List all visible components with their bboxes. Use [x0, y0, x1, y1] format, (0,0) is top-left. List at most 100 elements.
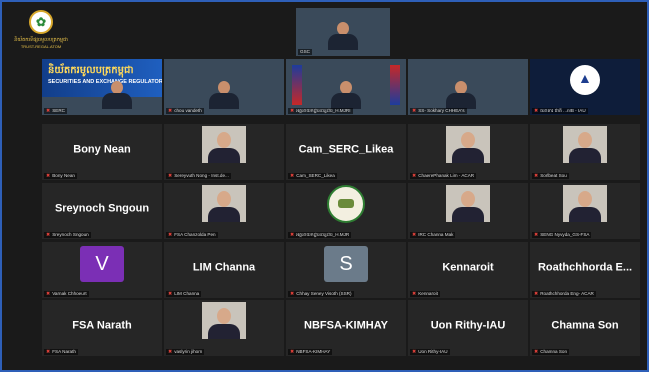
meeting-window: ✿ និយ័តករទីផ្សារមូលបត្រកម្ពុជា TRUST-REG… — [0, 0, 649, 372]
mic-muted-icon: ✖ — [46, 291, 51, 297]
participant-tile[interactable]: LIM Channa ✖ LIM Channa — [164, 242, 284, 298]
profile-photo — [202, 126, 246, 163]
participant-tile[interactable]: NBFSA-KIMHAY ✖ NBFSA-KIMHAY — [286, 300, 406, 356]
mic-muted-icon: ✖ — [412, 173, 417, 179]
tile-name-tag: ✖ IRC Channa Mak — [410, 232, 456, 238]
participant-tile[interactable]: Kennaroit ✖ Kennaroit — [408, 242, 528, 298]
participant-tile[interactable]: Uon Rithy-IAU ✖ Uon Rithy-IAU — [408, 300, 528, 356]
participant-label: Sereyvuth Nong - Inst.de... — [174, 173, 229, 178]
tile-name-tag: ✖ chou vandeth — [166, 108, 204, 114]
participant-display-name: FSA Narath — [72, 319, 132, 332]
tile-name-tag: ✖ FSA Chanzolda Pen — [166, 232, 218, 238]
mic-muted-icon: ✖ — [46, 108, 51, 114]
flag-left — [292, 65, 302, 105]
tile-name-tag: ✖ អគ្គនាយកដ្ឋានពន្ធដារ_H.MJR — [288, 232, 352, 238]
participant-tile[interactable]: Chamna Son ✖ Chamna Son — [530, 300, 640, 356]
mic-muted-icon: ✖ — [534, 108, 539, 114]
mic-muted-icon: ✖ — [168, 108, 173, 114]
participant-tile[interactable]: ✖ Sereyvuth Nong - Inst.de... — [164, 124, 284, 180]
participant-display-name: Roathchhorda E... — [537, 261, 633, 274]
mic-muted-icon: ✖ — [534, 232, 539, 238]
participant-label: Sorlbeat Sou — [540, 173, 567, 178]
mic-muted-icon: ✖ — [412, 232, 417, 238]
video-tile-tax-department[interactable]: ✖ អគ្គនាយកដ្ឋានពន្ធដារ_H.MJRI — [286, 59, 406, 115]
mic-muted-icon: ✖ — [412, 291, 417, 297]
participant-display-name: NBFSA-KIMHAY — [304, 319, 388, 332]
video-tile-serc[interactable]: និយ័តករមូលបត្រកម្ពុជា SECURITIES AND EXC… — [42, 59, 162, 115]
participant-tile[interactable]: Roathchhorda E... ✖ Roathchhorda Eng- ACAR — [530, 242, 640, 298]
tile-name-tag: ✖ SENG Nyvyda_GS-FSA — [532, 232, 592, 238]
participant-tile[interactable]: ✖ Sorlbeat Sou — [530, 124, 640, 180]
participant-figure — [209, 81, 239, 109]
mic-muted-icon: ✖ — [534, 291, 539, 297]
participant-tile[interactable]: ✖ IRC Channa Mak — [408, 183, 528, 239]
tile-name-tag: ✖ Cam_SERC_Likea — [288, 173, 337, 179]
participant-label: LIM Channa — [174, 291, 200, 296]
participant-tile[interactable]: Cam_SERC_Likea ✖ Cam_SERC_Likea — [286, 124, 406, 180]
mic-muted-icon: ✖ — [412, 349, 417, 355]
participant-label: vaslyrin jihorn — [174, 349, 203, 354]
bank-logo-icon — [570, 65, 600, 95]
participant-label: អគ្គនាយកដ្ឋានពន្ធដារ_H.MJR — [296, 232, 350, 237]
organization-logo: ✿ និយ័តករទីផ្សារមូលបត្រកម្ពុជា TRUST-REG… — [10, 10, 72, 54]
participant-tile[interactable]: ✖ អគ្គនាយកដ្ឋានពន្ធដារ_H.MJR — [286, 183, 406, 239]
participant-tile[interactable]: Sreynoch Sngoun ✖ Sreynoch Sngoun — [42, 183, 162, 239]
tile-name-tag: ✖ Kennaroit — [410, 291, 440, 297]
tile-name-tag: ✖ SERC — [44, 108, 67, 114]
flag-right — [390, 65, 400, 105]
participant-label: IRC Channa Mak — [418, 232, 454, 237]
tile-name-tag: ✖ Chamna Son — [532, 349, 570, 355]
participant-figure — [446, 81, 476, 109]
participant-label: Bony Nean — [52, 173, 75, 178]
mic-muted-icon: ✖ — [290, 349, 295, 355]
tile-name-tag: ✖ LIM Channa — [166, 291, 202, 297]
mic-muted-icon: ✖ — [290, 291, 295, 297]
mic-muted-icon: ✖ — [290, 173, 295, 179]
participant-display-name: Chamna Son — [551, 319, 619, 332]
participant-label: NBFSA-KIMHAY — [296, 349, 331, 354]
video-tile-chou-vandeth[interactable]: ✖ chou vandeth — [164, 59, 284, 115]
tile-name-tag: ✖ Roathchhorda Eng- ACAR — [532, 291, 596, 297]
participant-tile[interactable]: ✖ SENG Nyvyda_GS-FSA — [530, 183, 640, 239]
participant-display-name: Bony Nean — [73, 143, 131, 156]
participant-tile[interactable]: ✖ vaslyrin jihorn — [164, 300, 284, 356]
tile-name-tag: ✖ ធនាគារ ជាតិ ...nIB - IAU — [532, 108, 588, 114]
participant-figure — [331, 81, 361, 109]
banner-khmer-title: និយ័តករមូលបត្រកម្ពុជា — [48, 65, 134, 76]
mic-muted-icon: ✖ — [168, 232, 173, 238]
participant-tile[interactable]: V ✖ Varnak Chhoeurt — [42, 242, 162, 298]
tile-name-tag: ✖ NBFSA-KIMHAY — [288, 349, 333, 355]
profile-photo — [563, 126, 607, 163]
participant-tile[interactable]: FSA Narath ✖ FSA Narath — [42, 300, 162, 356]
participant-tile[interactable]: S ✖ Chhay Seney Visoth (SSR) — [286, 242, 406, 298]
tile-name-tag: ✖ Sereyvuth Nong - Inst.de... — [166, 173, 231, 179]
mic-muted-icon: ✖ — [46, 349, 51, 355]
participant-label: Uon Rithy-IAU — [418, 349, 448, 354]
tile-name-tag: ✖ Sorlbeat Sou — [532, 173, 569, 179]
active-speaker-tile[interactable]: GSC — [296, 8, 390, 56]
tile-name-tag: ✖ FSA Narath — [44, 349, 78, 355]
tile-name-tag: ✖ SS- Sokhary CHHEA's — [410, 108, 467, 114]
video-tile-national-bank[interactable]: ✖ធនាគារ ជាតិ ...nIB - IAU — [530, 59, 640, 115]
tile-name-tag: ✖ vaslyrin jihorn — [166, 349, 205, 355]
video-tile-sokhary[interactable]: ✖ SS- Sokhary CHHEA's — [408, 59, 528, 115]
profile-photo — [446, 185, 490, 222]
participant-label: SENG Nyvyda_GS-FSA — [540, 232, 590, 237]
participant-display-name: Kennaroit — [442, 261, 494, 274]
participant-tile[interactable]: ✖ FSA Chanzolda Pen — [164, 183, 284, 239]
participant-label: Kennaroit — [418, 291, 438, 296]
tile-name-tag: ✖ Uon Rithy-IAU — [410, 349, 450, 355]
participant-label: Sreynoch Sngoun — [52, 232, 89, 237]
mic-muted-icon: ✖ — [168, 349, 173, 355]
participant-label: Cam_SERC_Likea — [296, 173, 335, 178]
participant-tile[interactable]: Bony Nean ✖ Bony Nean — [42, 124, 162, 180]
tile-name-tag: ✖ Chhay Seney Visoth (SSR) — [288, 291, 354, 297]
participant-display-name: LIM Channa — [192, 261, 256, 274]
logo-khmer-text: និយ័តករទីផ្សារមូលបត្រកម្ពុជា — [14, 37, 68, 43]
mic-muted-icon: ✖ — [534, 349, 539, 355]
participant-figure — [102, 81, 132, 109]
speaker-figure — [328, 22, 358, 50]
tile-name-tag: ✖ Varnak Chhoeurt — [44, 291, 89, 297]
participant-tile[interactable]: ✖ ChaerePhanak Lim - ACAR — [408, 124, 528, 180]
participant-label: ChaerePhanak Lim - ACAR — [418, 173, 475, 178]
